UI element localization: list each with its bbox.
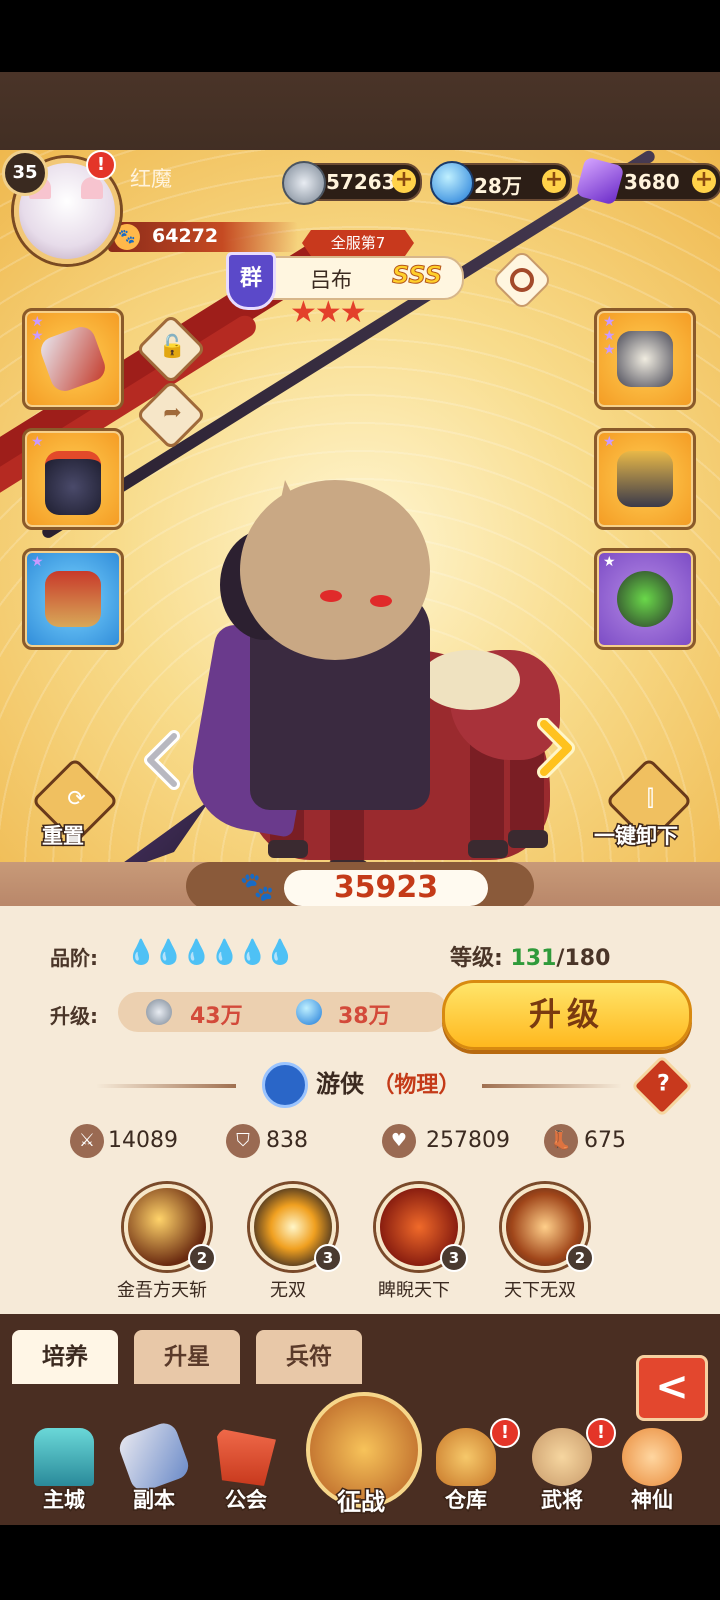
lock-icon: 🔓	[158, 334, 187, 360]
quality-label: 品阶:	[50, 946, 98, 970]
next-hero-arrow[interactable]	[532, 718, 580, 778]
treasure-icon	[45, 571, 101, 627]
coin-icon	[146, 999, 172, 1025]
back-button[interactable]: <	[636, 1355, 708, 1421]
hero-combat-power: 35923	[284, 870, 488, 906]
share-icon: ➦	[163, 400, 182, 426]
add-coin-button[interactable]: +	[392, 169, 416, 193]
gem-resource: 3680 +	[575, 156, 720, 206]
add-orb-button[interactable]: +	[542, 169, 566, 193]
tab-tally[interactable]: 兵符	[256, 1330, 362, 1384]
skill-3-name: 睥睨天下	[378, 1280, 450, 1301]
armor-icon	[617, 331, 673, 387]
skill-1-name: 金吾方天斩	[117, 1280, 207, 1301]
hero-head	[240, 480, 430, 660]
coin-icon	[282, 161, 326, 205]
unequip-icon: ⫿	[646, 786, 654, 812]
skill-2-name: 无双	[270, 1280, 306, 1301]
avatar-alert-icon: !	[86, 150, 116, 180]
boots-icon	[617, 451, 673, 507]
hero-grade: SSS	[391, 261, 443, 290]
blue-orb-icon	[296, 999, 322, 1025]
treasure-slot[interactable]: ★	[22, 548, 124, 650]
question-icon: ?	[657, 1071, 670, 1097]
system-nav-bar	[0, 1525, 720, 1600]
attack-stat: 14089	[108, 1128, 178, 1153]
upgrade-cost-bar: 43万 38万	[118, 992, 448, 1032]
paw-icon: 🐾	[114, 224, 140, 250]
heart-icon: ♥	[382, 1124, 416, 1158]
axe-icon	[37, 323, 109, 395]
necklace-icon	[617, 571, 673, 627]
boot-icon: 👢	[544, 1124, 578, 1158]
player-name: 红魔	[130, 167, 172, 191]
blue-orb-icon	[430, 161, 474, 205]
hero-info-panel	[0, 906, 720, 1314]
warehouse-alert-icon: !	[490, 1418, 520, 1448]
hero-name: 吕布	[310, 268, 352, 292]
quality-icons: 💧💧💧💧💧💧	[126, 938, 295, 966]
generals-alert-icon: !	[586, 1418, 616, 1448]
weapon-slot[interactable]: ★ ★	[22, 308, 124, 410]
hero-level: 等级: 131/180	[450, 946, 611, 971]
nav-dungeon[interactable]: 副本	[114, 1419, 194, 1518]
armor-slot[interactable]: ★ ★ ★	[594, 308, 696, 410]
tab-star-up[interactable]: 升星	[134, 1330, 240, 1384]
upgrade-label: 升级:	[50, 1004, 98, 1028]
orange-cat-icon	[622, 1428, 682, 1486]
upgrade-button[interactable]: 升级	[442, 980, 692, 1050]
skill-2-icon[interactable]: 3	[250, 1184, 342, 1272]
skill-3-icon[interactable]: 3	[376, 1184, 468, 1272]
bag-icon	[436, 1428, 496, 1486]
faction-badge: 群	[226, 252, 276, 310]
boots-slot[interactable]: ★	[594, 428, 696, 530]
player-level-badge: 35	[2, 150, 48, 196]
prev-hero-arrow[interactable]	[138, 730, 186, 790]
nav-campaign[interactable]: 征战	[306, 1392, 422, 1522]
helmet-slot[interactable]: ★	[22, 428, 124, 530]
speed-stat: 675	[584, 1128, 626, 1153]
shield-icon: ⛉	[226, 1124, 260, 1158]
add-gem-button[interactable]: +	[692, 169, 716, 193]
ranger-class-icon	[262, 1062, 308, 1108]
sword-icon: ⚔	[70, 1124, 104, 1158]
flag-icon	[216, 1428, 276, 1486]
tab-train[interactable]: 培养	[12, 1330, 118, 1384]
helmet-icon	[45, 451, 101, 515]
skill-4-icon[interactable]: 2	[502, 1184, 594, 1272]
nav-guild[interactable]: 公会	[206, 1428, 286, 1518]
defense-stat: 838	[266, 1128, 308, 1153]
hp-stat: 257809	[426, 1128, 510, 1153]
player-power: 🐾 64272	[108, 222, 298, 252]
accessory-slot[interactable]: ★	[594, 548, 696, 650]
paw-icon: 🐾	[239, 870, 275, 903]
skill-4-name: 天下无双	[504, 1280, 576, 1301]
orb-resource: 28万 +	[430, 161, 572, 205]
status-bar	[0, 0, 720, 72]
hero-stars: ★★★	[290, 295, 367, 330]
nav-immortals[interactable]: 神仙	[612, 1428, 692, 1518]
hero-class: 游侠 （物理）	[316, 1070, 461, 1098]
skill-1-icon[interactable]: 2	[124, 1184, 216, 1272]
refresh-icon: ⟳	[67, 786, 86, 812]
city-icon	[34, 1428, 94, 1486]
nav-main-city[interactable]: 主城	[24, 1428, 104, 1518]
server-rank-badge: 全服第7	[302, 230, 414, 256]
cat-general-icon	[532, 1428, 592, 1486]
search-icon	[510, 268, 534, 292]
coin-resource: 57263 +	[282, 161, 422, 205]
